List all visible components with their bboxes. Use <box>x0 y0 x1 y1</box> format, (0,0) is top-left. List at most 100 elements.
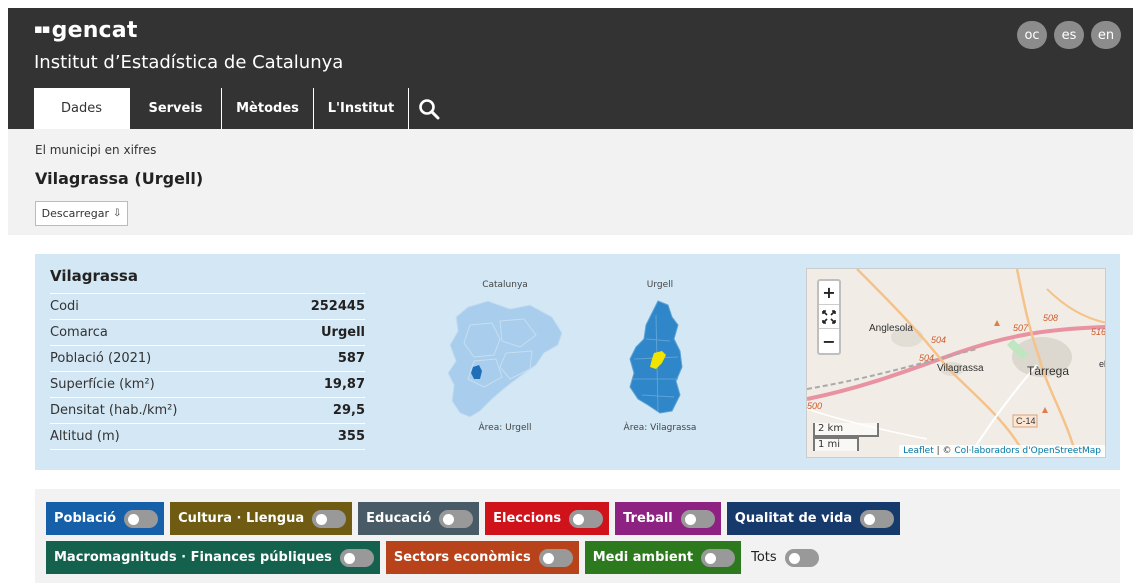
filter-label: Qualitat de vida <box>734 511 853 526</box>
fact-row: Codi 252445 <box>50 294 365 320</box>
nav-serveis[interactable]: Serveis <box>130 88 222 129</box>
urgell-minimap: Urgell Àrea: Vilagrassa <box>620 280 700 433</box>
label-tarrega: Tàrrega <box>1027 364 1069 378</box>
fact-label: Altitud (m) <box>50 429 120 444</box>
map-zoom-controls: + − <box>817 279 841 355</box>
filter-cultura-llengua[interactable]: Cultura · Llengua <box>170 502 353 535</box>
search-icon <box>419 98 440 119</box>
filter-label: Eleccions <box>493 511 562 526</box>
language-switcher: oc es en <box>1017 21 1121 49</box>
label-vilagrassa: Vilagrassa <box>937 363 984 374</box>
fact-row: Altitud (m) 355 <box>50 424 365 450</box>
map-scale: 2 km 1 mi <box>813 423 879 451</box>
toggle-switch[interactable] <box>439 509 474 528</box>
fact-label: Codi <box>50 299 79 314</box>
fact-value: Urgell <box>320 325 365 340</box>
site-title[interactable]: Institut d’Estadística de Catalunya <box>34 52 343 73</box>
filter-poblacio[interactable]: Població <box>46 502 165 535</box>
zoom-out-button[interactable]: − <box>819 329 839 353</box>
filter-tots[interactable]: Tots <box>747 541 825 574</box>
label-el: el <box>1099 359 1106 369</box>
fact-value: 19,87 <box>323 377 365 392</box>
fullscreen-icon <box>822 309 836 324</box>
catalunya-map-caption: Àrea: Urgell <box>478 423 532 433</box>
main-nav: Dades Serveis Mètodes L'Institut <box>34 88 449 129</box>
filters-row-1: Població Cultura · Llengua Educació Elec… <box>46 502 1120 535</box>
scale-mi: 1 mi <box>813 437 859 451</box>
fullscreen-button[interactable] <box>819 305 839 329</box>
catalunya-map-title: Catalunya <box>482 280 528 290</box>
page-heading-area: El municipi en xifres Vilagrassa (Urgell… <box>8 129 1133 235</box>
toggle-switch[interactable] <box>701 548 736 567</box>
nav-dades[interactable]: Dades <box>34 88 130 129</box>
breadcrumb[interactable]: El municipi en xifres <box>35 143 156 157</box>
catalunya-map-shape <box>447 300 563 418</box>
lang-en-button[interactable]: en <box>1091 21 1121 49</box>
fact-value: 587 <box>337 351 365 366</box>
fact-label: Població (2021) <box>50 351 152 366</box>
toggle-switch[interactable] <box>538 548 573 567</box>
filter-label: Sectors econòmics <box>393 550 531 565</box>
download-button[interactable]: Descarregar ⇩ <box>35 201 128 226</box>
label-c14: C-14 <box>1016 416 1036 426</box>
download-arrow-icon: ⇩ <box>113 208 122 219</box>
filter-label: Població <box>54 511 117 526</box>
map-attribution: Leaflet | © Col·laboradors d'OpenStreetM… <box>899 445 1105 457</box>
site-header: ▪▪gencat Institut d’Estadística de Catal… <box>8 8 1133 129</box>
filter-qualitat-de-vida[interactable]: Qualitat de vida <box>726 502 901 535</box>
osm-link[interactable]: Col·laboradors d'OpenStreetMap <box>954 446 1101 456</box>
label-road-508: 508 <box>1043 313 1058 323</box>
facts-table: Vilagrassa Codi 252445 Comarca Urgell Pobl… <box>50 267 365 450</box>
fact-row: Població (2021) 587 <box>50 346 365 372</box>
gencat-logo[interactable]: ▪▪gencat <box>34 18 138 43</box>
urgell-map-shape <box>629 300 683 414</box>
filter-medi-ambient[interactable]: Medi ambient <box>584 541 742 574</box>
filter-sectors-economics[interactable]: Sectors econòmics <box>385 541 579 574</box>
leaflet-link[interactable]: Leaflet <box>903 446 934 456</box>
label-road-504-b: 504 <box>919 353 934 363</box>
urgell-map-caption: Àrea: Vilagrassa <box>623 423 697 433</box>
fact-row: Comarca Urgell <box>50 320 365 346</box>
filter-macromagnituds[interactable]: Macromagnituds · Finances públiques <box>46 541 380 574</box>
gencat-mark-icon: ▪▪ <box>34 22 51 37</box>
toggle-switch[interactable] <box>312 509 347 528</box>
topic-filters: Població Cultura · Llengua Educació Elec… <box>35 489 1120 583</box>
filter-label: Treball <box>623 511 673 526</box>
toggle-switch[interactable] <box>860 509 895 528</box>
filter-label: Educació <box>366 511 432 526</box>
download-label: Descarregar <box>41 207 109 220</box>
lang-es-button[interactable]: es <box>1054 21 1084 49</box>
facts-title: Vilagrassa <box>50 267 365 294</box>
fact-label: Comarca <box>50 325 108 340</box>
attribution-separator: | © <box>933 446 955 456</box>
filter-label: Cultura · Llengua <box>178 511 305 526</box>
filter-treball[interactable]: Treball <box>615 502 721 535</box>
toggle-switch[interactable] <box>124 509 159 528</box>
zoom-in-button[interactable]: + <box>819 281 839 305</box>
filter-label: Medi ambient <box>592 550 694 565</box>
catalunya-minimap: Catalunya Àrea: Urgell <box>440 280 570 433</box>
fact-value: 29,5 <box>332 403 365 418</box>
filter-educacio[interactable]: Educació <box>358 502 480 535</box>
label-road-516: 516 <box>1091 327 1106 337</box>
nav-metodes[interactable]: Mètodes <box>222 88 314 129</box>
filter-label: Macromagnituds · Finances públiques <box>54 550 332 565</box>
fact-row: Densitat (hab./km²) 29,5 <box>50 398 365 424</box>
page-title: Vilagrassa (Urgell) <box>35 169 204 188</box>
interactive-map[interactable]: Anglesola Vilagrassa Tàrrega 507 508 516… <box>806 268 1106 458</box>
fact-label: Densitat (hab./km²) <box>50 403 178 418</box>
fact-label: Superfície (km²) <box>50 377 155 392</box>
nav-institut[interactable]: L'Institut <box>314 88 409 129</box>
toggle-switch[interactable] <box>569 509 604 528</box>
filter-eleccions[interactable]: Eleccions <box>485 502 610 535</box>
toggle-switch[interactable] <box>680 509 715 528</box>
toggle-switch[interactable] <box>339 548 374 567</box>
fact-row: Superfície (km²) 19,87 <box>50 372 365 398</box>
label-road-507: 507 <box>1013 323 1029 333</box>
urgell-map-title: Urgell <box>646 280 674 290</box>
lang-oc-button[interactable]: oc <box>1017 21 1047 49</box>
label-road-500: 500 <box>807 401 822 411</box>
toggle-switch[interactable] <box>784 548 819 567</box>
search-button[interactable] <box>409 88 449 129</box>
filter-label: Tots <box>751 550 777 565</box>
